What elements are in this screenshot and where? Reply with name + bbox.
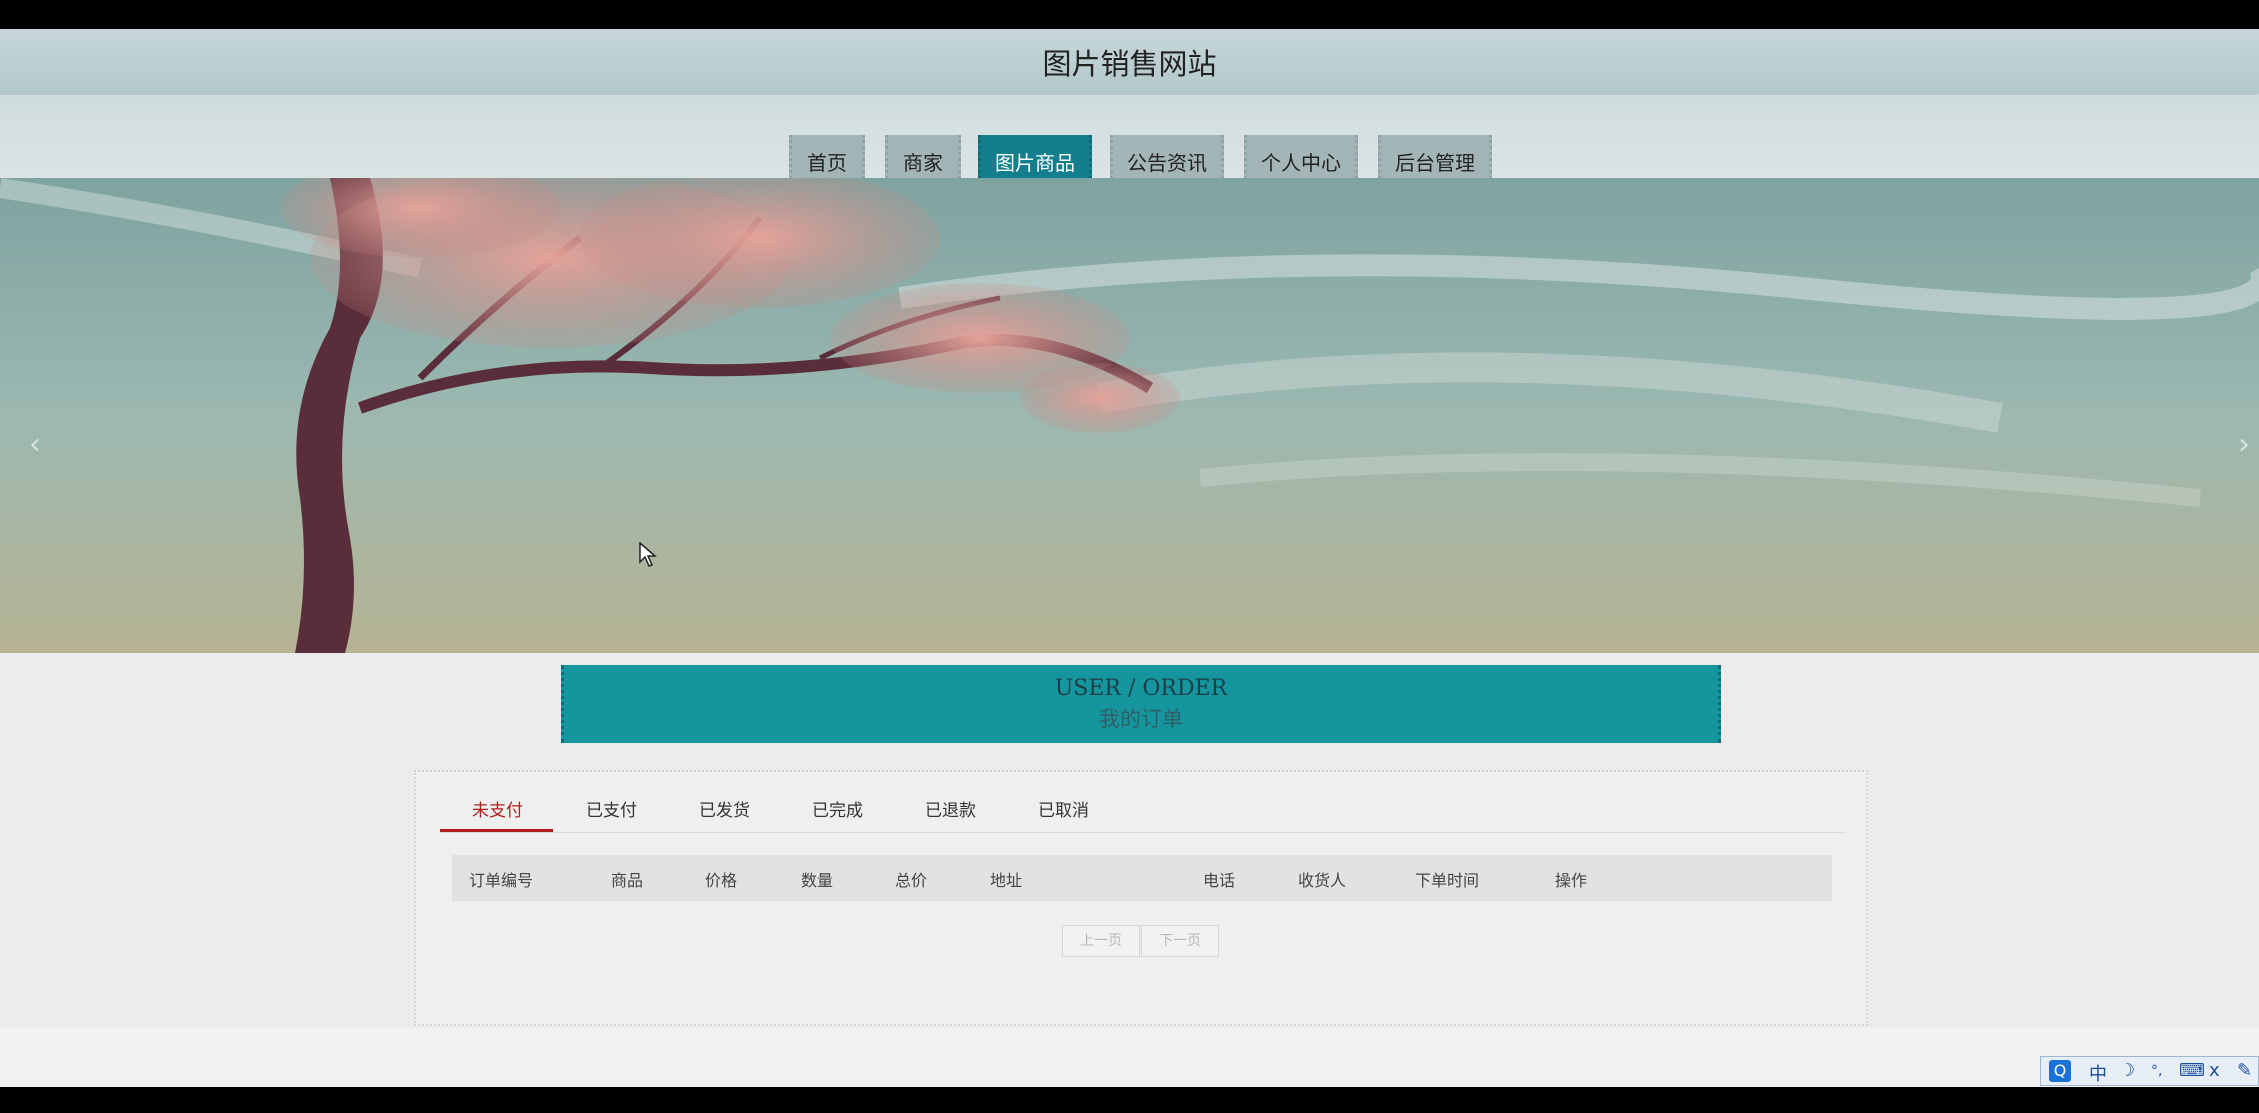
site-header: 图片销售网站	[0, 29, 2259, 94]
column-header: 价格	[705, 871, 738, 890]
screen-bottom-border	[0, 1087, 2259, 1113]
next-page-button[interactable]: 下一页	[1141, 925, 1219, 957]
tab-paid[interactable]: 已支付	[586, 796, 637, 821]
tab-cancelled[interactable]: 已取消	[1038, 796, 1089, 821]
order-status-tabs: 未支付 已支付 已发货 已完成 已退款 已取消	[440, 772, 1846, 833]
active-tab-indicator	[440, 829, 553, 832]
ime-toolbar[interactable]: Q 中 ☽ °, ⌨ ⅹ ✎	[2040, 1056, 2259, 1086]
punctuation-icon[interactable]: °,	[2151, 1063, 2162, 1079]
column-header: 地址	[990, 871, 1023, 890]
wrench-icon[interactable]: ✎	[2237, 1060, 2252, 1081]
order-title-en: USER / ORDER	[1054, 676, 1228, 701]
tab-completed[interactable]: 已完成	[812, 796, 863, 821]
site-title: 图片销售网站	[1042, 47, 1217, 81]
orders-panel: 未支付 已支付 已发货 已完成 已退款 已取消 订单编号 商品 价格 数量 总价…	[414, 770, 1868, 1026]
column-header: 下单时间	[1415, 871, 1480, 890]
chevron-left-icon[interactable]: ‹	[20, 430, 50, 460]
tab-shipped[interactable]: 已发货	[699, 796, 750, 821]
column-header: 收货人	[1298, 871, 1347, 890]
screen-top-border	[0, 0, 2259, 29]
column-header: 总价	[895, 871, 928, 890]
column-header: 数量	[801, 871, 834, 890]
order-section-banner: USER / ORDER 我的订单	[561, 665, 1721, 743]
prev-page-button[interactable]: 上一页	[1062, 925, 1140, 957]
chevron-right-icon[interactable]: ›	[2229, 430, 2259, 460]
banner-image	[0, 178, 2259, 653]
column-header: 商品	[611, 871, 644, 890]
order-title-cn: 我的订单	[1099, 707, 1183, 731]
column-header: 订单编号	[469, 871, 534, 890]
keyboard-icon[interactable]: ⌨	[2179, 1060, 2205, 1081]
column-header: 操作	[1555, 871, 1588, 890]
split-icon[interactable]: ⅹ	[2209, 1060, 2220, 1081]
banner-carousel[interactable]: ‹ ›	[0, 178, 2259, 653]
ime-chinese-mode-icon[interactable]: 中	[2089, 1060, 2107, 1086]
tab-refunded[interactable]: 已退款	[925, 796, 976, 821]
page: 图片销售网站 首页 商家 图片商品 公告资讯 个人中心 后台管理 ‹ › USE…	[0, 29, 2259, 1087]
tab-unpaid[interactable]: 未支付	[472, 796, 523, 821]
column-header: 电话	[1203, 871, 1236, 890]
ime-logo-icon[interactable]: Q	[2049, 1060, 2071, 1082]
footer	[0, 1028, 2259, 1087]
orders-table-header: 订单编号 商品 价格 数量 总价 地址 电话 收货人 下单时间 操作	[452, 855, 1832, 901]
moon-icon[interactable]: ☽	[2119, 1060, 2135, 1081]
